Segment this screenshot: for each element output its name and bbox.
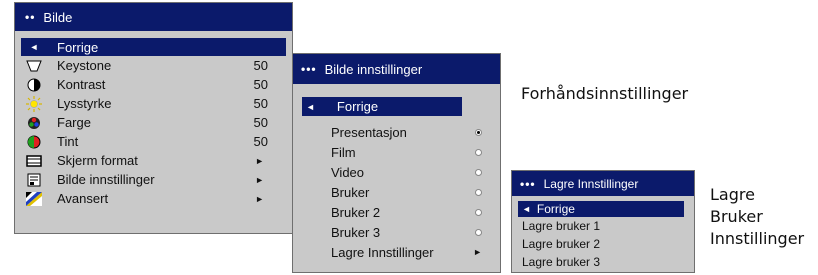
menu-item-tint[interactable]: Tint 50 [21,132,286,151]
option-label: Bruker 3 [331,224,381,240]
advanced-icon [25,191,43,207]
save-settings-menu: ••• Lagre Innstillinger ◄ Forrige Lagre … [511,170,695,273]
menu-item-value: 50 [253,96,268,111]
left-arrow-icon: ◄ [306,101,315,112]
save-user-3-item[interactable]: Lagre bruker 3 [512,253,694,271]
option-label: Bruker 2 [331,204,381,220]
menu-dots-icon: ••• [520,176,536,191]
submenu-arrow-icon: ► [255,193,264,204]
picture-settings-menu: ••• Bilde innstillinger ◄ Forrige Presen… [292,53,501,273]
picture-settings-title: Bilde innstillinger [324,61,423,77]
menu-item-label: Keystone [57,58,112,73]
save-item-label: Lagre bruker 3 [522,255,601,269]
option-film[interactable]: Film [293,142,500,162]
option-bruker[interactable]: Bruker [293,182,500,202]
back-button[interactable]: ◄ Forrige [302,97,462,116]
menu-dots-icon: ••• [301,62,317,76]
picture-settings-title-bar: ••• Bilde innstillinger [293,54,500,84]
option-video[interactable]: Video [293,162,500,182]
menu-item-label: Bilde innstillinger [57,172,155,187]
option-label: Film [331,144,356,160]
save-item-label: Lagre bruker 1 [522,219,601,233]
save-settings-title: Lagre Innstillinger [543,176,639,191]
option-label: Presentasjon [331,124,407,140]
save-user-1-item[interactable]: Lagre bruker 1 [512,217,694,235]
save-settings-title-bar: ••• Lagre Innstillinger [512,171,694,196]
menu-item-skjerm-format[interactable]: Skjerm format ► [21,151,286,170]
radio-button[interactable] [475,208,482,216]
menu-item-lysstyrke[interactable]: Lysstyrke 50 [21,94,286,113]
menu-item-value: 50 [253,115,268,130]
presets-annotation: Forhåndsinnstillinger [521,84,689,103]
radio-button[interactable] [475,128,482,136]
picture-menu-title-bar: •• Bilde [15,3,292,31]
menu-item-avansert[interactable]: Avansert ► [21,189,286,208]
save-user-2-item[interactable]: Lagre bruker 2 [512,235,694,253]
radio-button[interactable] [475,168,482,176]
menu-item-bilde-innstillinger[interactable]: Bilde innstillinger ► [21,170,286,189]
option-label: Video [331,164,365,180]
menu-item-farge[interactable]: Farge 50 [21,113,286,132]
menu-item-keystone[interactable]: Keystone 50 [21,56,286,75]
menu-item-value: 50 [253,58,268,73]
menu-item-label: Skjerm format [57,153,138,168]
contrast-icon [25,77,43,93]
color-icon [25,115,43,131]
radio-button[interactable] [475,188,482,196]
menu-item-label: Tint [57,134,79,149]
menu-item-label: Avansert [57,191,109,206]
option-lagre-innstillinger[interactable]: Lagre Innstillinger ► [293,242,500,262]
tint-icon [25,134,43,150]
save-user-settings-annotation: Lagre Bruker Innstillinger [710,185,805,248]
left-arrow-icon: ◄ [522,204,531,214]
option-label: Bruker [331,184,370,200]
back-button[interactable]: ◄ Forrige [21,38,286,56]
picture-settings-icon [25,172,43,188]
menu-item-label: Lysstyrke [57,96,112,111]
left-arrow-icon: ◄ [29,42,39,52]
submenu-arrow-icon: ► [255,155,264,166]
picture-menu-title: Bilde [43,9,73,25]
menu-item-value: 50 [253,134,268,149]
option-bruker-2[interactable]: Bruker 2 [293,202,500,222]
menu-item-value: 50 [253,77,268,92]
save-item-label: Lagre bruker 2 [522,237,601,251]
submenu-arrow-icon: ► [255,174,264,185]
screen-format-icon [25,153,43,169]
keystone-icon [25,58,43,74]
option-bruker-3[interactable]: Bruker 3 [293,222,500,242]
radio-button[interactable] [475,148,482,156]
option-label: Lagre Innstillinger [331,244,434,260]
option-presentasjon[interactable]: Presentasjon [293,122,500,142]
menu-item-kontrast[interactable]: Kontrast 50 [21,75,286,94]
picture-menu: •• Bilde ◄ Forrige Keystone 50 Kontrast 50 L… [14,2,293,234]
menu-item-label: Kontrast [57,77,106,92]
menu-item-label: Farge [57,115,91,130]
brightness-icon [25,95,43,112]
back-button[interactable]: ◄ Forrige [518,201,684,217]
submenu-arrow-icon: ► [473,247,482,257]
radio-button[interactable] [475,228,482,236]
menu-dots-icon: •• [25,10,36,24]
